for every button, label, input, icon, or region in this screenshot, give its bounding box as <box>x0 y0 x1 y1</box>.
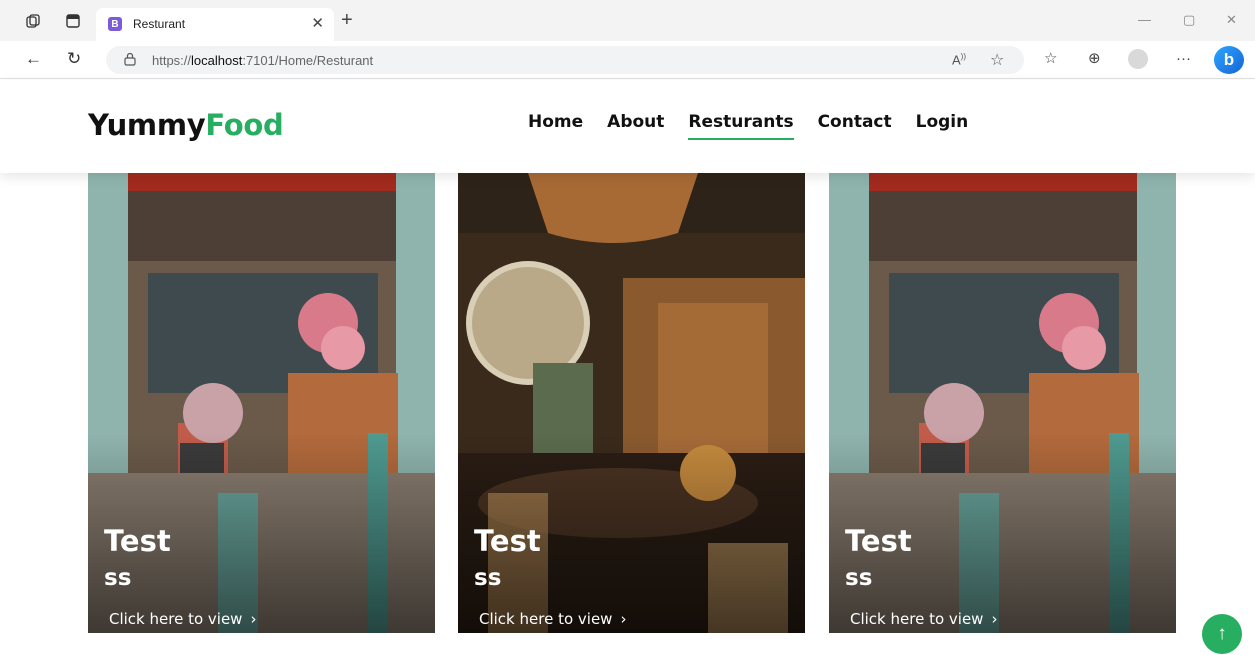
tab-actions-icon[interactable] <box>64 12 82 30</box>
card-view-link[interactable]: Click here to view › <box>109 610 256 628</box>
nav-about[interactable]: About <box>607 112 664 140</box>
maximize-icon[interactable]: ▢ <box>1183 12 1195 28</box>
nav-contact[interactable]: Contact <box>818 112 892 140</box>
card-view-link[interactable]: Click here to view › <box>850 610 997 628</box>
back-to-top-button[interactable]: ↑ <box>1202 614 1242 654</box>
restaurant-card[interactable]: Test ss Click here to view › <box>829 173 1176 633</box>
card-title: Test <box>104 524 171 558</box>
restaurant-card[interactable]: Test ss Click here to view › <box>458 173 805 633</box>
close-window-icon[interactable]: ✕ <box>1226 12 1237 28</box>
read-aloud-icon[interactable]: A)) <box>952 52 966 67</box>
chevron-right-icon: › <box>250 610 257 628</box>
url-field[interactable]: https://localhost:7101/Home/Resturant A)… <box>106 46 1024 74</box>
card-title: Test <box>474 524 541 558</box>
collections-icon[interactable]: ⊕ <box>1088 51 1101 67</box>
bing-copilot-icon[interactable]: b <box>1214 46 1244 74</box>
refresh-icon[interactable]: ↻ <box>67 50 81 68</box>
card-title: Test <box>845 524 912 558</box>
new-tab-icon[interactable]: + <box>341 10 353 30</box>
profile-avatar-icon[interactable] <box>1128 49 1148 69</box>
chevron-right-icon: › <box>991 610 998 628</box>
card-subtitle: ss <box>845 565 873 591</box>
site-header: YummyFood Home About Resturants Contact … <box>0 80 1255 173</box>
url-text: https://localhost:7101/Home/Resturant <box>152 53 374 68</box>
favorite-star-icon[interactable]: ☆ <box>990 50 1004 70</box>
more-menu-icon[interactable]: ··· <box>1176 51 1191 67</box>
lock-icon[interactable] <box>124 52 136 66</box>
favorites-icon[interactable]: ☆ <box>1044 51 1057 67</box>
card-view-link[interactable]: Click here to view › <box>479 610 626 628</box>
workspaces-icon[interactable] <box>24 12 42 30</box>
browser-address-bar: ← ↻ https://localhost:7101/Home/Resturan… <box>0 41 1255 79</box>
minimize-icon[interactable]: — <box>1138 12 1151 27</box>
browser-tab-bar: B Resturant ✕ + — ▢ ✕ <box>0 0 1255 41</box>
tab-favicon-icon: B <box>108 17 122 31</box>
site-logo[interactable]: YummyFood <box>88 108 284 142</box>
nav-home[interactable]: Home <box>528 112 583 140</box>
arrow-up-icon: ↑ <box>1217 623 1227 644</box>
card-subtitle: ss <box>474 565 502 591</box>
nav-resturants[interactable]: Resturants <box>688 112 794 140</box>
tab-title: Resturant <box>133 17 186 31</box>
chevron-right-icon: › <box>620 610 627 628</box>
nav-login[interactable]: Login <box>916 112 969 140</box>
close-tab-icon[interactable]: ✕ <box>311 14 324 32</box>
back-arrow-icon[interactable]: ← <box>25 50 42 68</box>
main-nav: Home About Resturants Contact Login <box>528 112 992 140</box>
restaurant-card[interactable]: Test ss Click here to view › <box>88 173 435 633</box>
card-subtitle: ss <box>104 565 132 591</box>
browser-tab[interactable]: B Resturant ✕ <box>96 8 334 41</box>
